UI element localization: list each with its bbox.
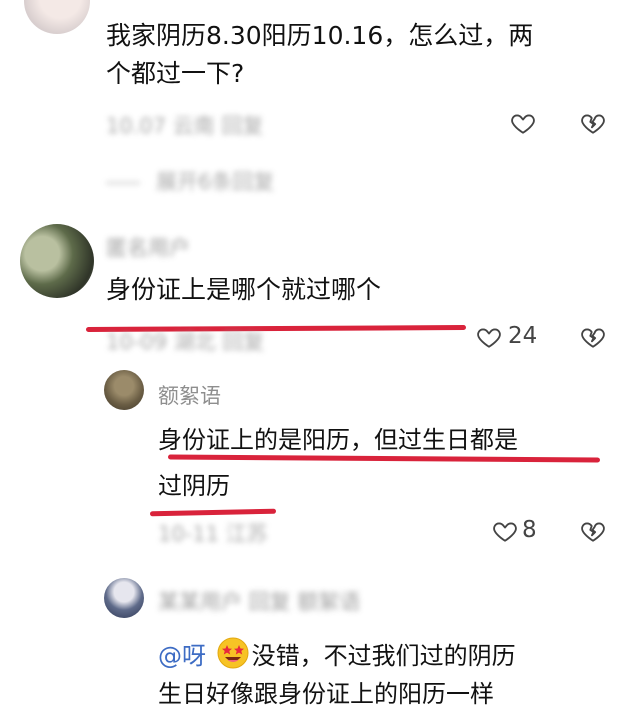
red-highlight-underline-2	[167, 454, 601, 463]
broken-heart-icon[interactable]	[580, 110, 606, 136]
reply-2-text-line1: @呀 没错，不过我们过的阴历	[158, 630, 516, 674]
star-struck-emoji-icon	[217, 637, 249, 669]
heart-outline-icon[interactable]	[510, 110, 536, 136]
avatar-comment-1[interactable]	[24, 0, 90, 34]
comment-1-text-line2: 个都过一下?	[106, 59, 245, 88]
reply-2-mention[interactable]: @呀	[158, 642, 206, 670]
reply-1-text-line2: 过阴历	[158, 472, 230, 500]
reply-2-text-line2: 生日好像跟身份证上的阳历一样	[158, 680, 494, 708]
reply-2-text-line1-rest: 没错，不过我们过的阴历	[251, 642, 516, 670]
expand-divider	[106, 182, 140, 184]
reply-2-username[interactable]: 某某用户 回复 额絮语	[158, 586, 360, 616]
comment-2-username[interactable]: 匿名用户	[106, 232, 190, 262]
heart-outline-icon[interactable]	[476, 324, 502, 350]
reply-1-text-line1: 身份证上的是阳历，但过生日都是	[158, 426, 518, 454]
broken-heart-icon[interactable]	[580, 324, 606, 350]
reply-1-username[interactable]: 额絮语	[158, 380, 221, 410]
comment-2-text: 身份证上是哪个就过哪个	[106, 275, 382, 304]
heart-outline-icon[interactable]	[492, 518, 518, 544]
expand-replies-link[interactable]: 展开6条回复	[156, 166, 274, 196]
reply-1-meta: 10-11 江苏	[158, 522, 268, 546]
avatar-reply-2[interactable]	[104, 578, 144, 618]
broken-heart-icon[interactable]	[580, 518, 606, 544]
comment-1-text-line1: 我家阴历8.30阳历10.16，怎么过，两	[106, 21, 534, 50]
reply-1-like-count: 8	[522, 517, 537, 543]
avatar-reply-1[interactable]	[104, 370, 144, 410]
comment-2-like-count: 24	[508, 323, 538, 349]
comment-1-meta: 10.07 云南 回复	[106, 114, 264, 138]
avatar-comment-2[interactable]	[20, 224, 94, 298]
red-highlight-underline-3	[149, 508, 277, 517]
comment-2-meta: 10-09 湖北 回复	[106, 330, 265, 354]
